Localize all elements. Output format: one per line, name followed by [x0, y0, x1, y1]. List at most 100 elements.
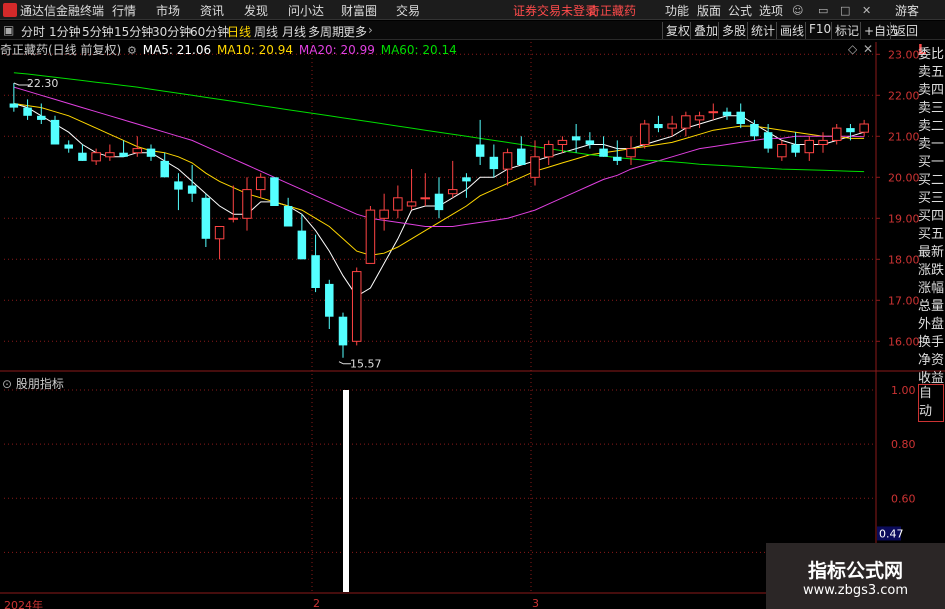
candle-body: [311, 255, 320, 288]
diamond-icon[interactable]: ◇: [848, 42, 857, 56]
candle-body: [23, 107, 32, 116]
panel-latest[interactable]: 最新: [918, 244, 944, 262]
candle-body: [859, 123, 869, 133]
candle-body: [791, 144, 800, 153]
candle-body: [365, 209, 376, 264]
candle-body: [434, 193, 444, 211]
candle-body: [160, 160, 169, 178]
legend-title: 奇正藏药(日线 前复权): [0, 43, 122, 57]
candle-body: [325, 283, 334, 317]
candle-body: [557, 139, 568, 145]
watermark-url: www.zbgs3.com: [802, 583, 909, 598]
candle-body: [64, 144, 73, 149]
panel-turnover[interactable]: 换手: [918, 334, 944, 352]
panel-weibi[interactable]: 委比: [918, 46, 944, 64]
candle-body: [91, 152, 101, 162]
panel-sell2[interactable]: 卖二: [918, 118, 944, 136]
indicator-tick-label: 0.60: [891, 492, 916, 505]
panel-sell4[interactable]: 卖四: [918, 82, 944, 100]
low-label: 15.57: [350, 358, 382, 371]
candle-body: [846, 128, 855, 133]
panel-change[interactable]: 涨跌: [918, 262, 944, 280]
watermark: 指标公式网 www.zbgs3.com: [766, 543, 945, 609]
panel-sell3[interactable]: 卖三: [918, 100, 944, 118]
indicator-current-value: 0.47: [879, 527, 904, 540]
candle-body: [201, 197, 211, 239]
candle-body: [694, 115, 705, 121]
candle-body: [297, 230, 307, 260]
indicator-tick-label: 0.80: [891, 438, 916, 451]
candle-body: [447, 189, 458, 195]
candle-body: [804, 139, 815, 154]
candle-body: [462, 177, 471, 182]
chart-grid: 23.00 22.00 21.00 20.00 19.00 18.00 17.00 16.00…: [0, 42, 945, 594]
legend-ma20: MA20: 20.99: [298, 43, 375, 57]
legend-ma60: MA60: 20.14: [380, 43, 457, 57]
candle-body: [777, 144, 787, 158]
legend-settings-icon[interactable]: ⚙: [127, 44, 137, 57]
candle-body: [393, 197, 403, 211]
panel-sell1[interactable]: 卖一: [918, 136, 944, 154]
candle-body: [818, 139, 828, 145]
close-main-icon[interactable]: ✕: [863, 42, 873, 56]
quote-side-panel: L 委比 卖五 卖四 卖三 卖二 卖一 买一 买二 买三 买四 买五 最新 涨跌…: [917, 42, 945, 600]
panel-net-assets[interactable]: 净资: [918, 352, 944, 370]
indicator-title: 股朋指标: [15, 377, 64, 391]
panel-change-pct[interactable]: 涨幅: [918, 280, 944, 298]
legend-ma5: MA5: 21.06: [142, 43, 212, 57]
date-label-2024: 2024年: [4, 599, 43, 609]
candle-body: [763, 132, 773, 149]
date-label-feb: 2: [313, 597, 320, 609]
legend-ma10: MA10: 20.94: [216, 43, 294, 57]
panel-buy3[interactable]: 买三: [918, 190, 944, 208]
candle-body: [585, 140, 595, 145]
candle-body: [722, 111, 732, 116]
candle-body: [502, 152, 513, 170]
candle-body: [639, 123, 650, 145]
candle-body: [37, 115, 46, 120]
candle-body: [78, 152, 87, 161]
candle-body: [708, 111, 719, 114]
candle-body: [599, 148, 608, 157]
indicator-signal-bar: [343, 390, 349, 592]
price-tick-label: 16.00: [888, 335, 920, 348]
panel-volume[interactable]: 总量: [918, 298, 944, 316]
candle-body: [667, 123, 677, 129]
panel-buy5[interactable]: 买五: [918, 226, 944, 244]
kline-chart[interactable]: 23.0022.0021.0020.0019.0018.0017.0016.00…: [0, 0, 945, 609]
ma-legend: 奇正藏药(日线 前复权) ⚙ MA5: 21.06 MA10: 20.94 MA…: [0, 41, 459, 57]
candle-body: [214, 226, 225, 240]
candle-body: [270, 177, 279, 206]
candle-body: [9, 103, 19, 108]
candle-body: [105, 152, 115, 158]
candle-body: [379, 209, 389, 219]
indicator-tick-label: 1.00: [891, 384, 916, 397]
candle-body: [50, 119, 60, 145]
panel-buy4[interactable]: 买四: [918, 208, 944, 226]
candle-body: [132, 148, 143, 154]
panel-buy2[interactable]: 买二: [918, 172, 944, 190]
candle-body: [242, 189, 252, 219]
candle-body: [119, 152, 128, 157]
candle-body: [831, 127, 842, 141]
panel-outer[interactable]: 外盘: [918, 316, 944, 334]
candle-body: [283, 206, 293, 227]
candle-body: [571, 136, 581, 141]
chart-labels: 22.30 15.57: [13, 77, 382, 371]
price-tick-label: 22.00: [888, 89, 920, 102]
indicator-toggle-icon[interactable]: ⊙: [2, 377, 12, 391]
panel-buy1[interactable]: 买一: [918, 154, 944, 172]
candle-body: [654, 124, 663, 129]
indicator-title-row: ⊙ 股朋指标: [2, 375, 64, 392]
candle-body: [530, 156, 540, 178]
candle-body: [406, 201, 417, 207]
panel-auto-button[interactable]: 自动: [918, 384, 944, 422]
candle-body: [228, 217, 239, 220]
candle-body: [543, 144, 554, 158]
panel-sell5[interactable]: 卖五: [918, 64, 944, 82]
price-tick-label: 18.00: [888, 253, 920, 266]
candle-body: [420, 197, 431, 200]
price-tick-label: 20.00: [888, 171, 920, 184]
candle-body: [613, 156, 622, 161]
candle-body: [736, 111, 745, 124]
